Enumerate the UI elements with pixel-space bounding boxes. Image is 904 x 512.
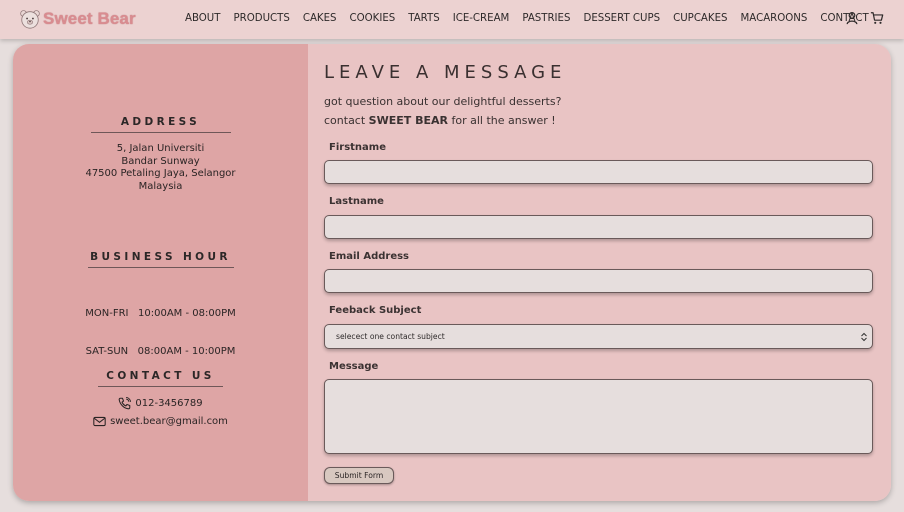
- contact-us-heading: CONTACT US: [106, 370, 215, 382]
- nav-item-about[interactable]: ABOUT: [185, 13, 220, 24]
- divider: [87, 267, 234, 268]
- nav-item-pastries[interactable]: PASTRIES: [522, 13, 570, 24]
- divider: [98, 386, 223, 387]
- select-arrows-icon: [861, 332, 867, 342]
- contact-card: ADDRESS 5, Jalan Universiti Bandar Sunwa…: [13, 44, 891, 501]
- cart-icon[interactable]: [870, 11, 884, 25]
- email-label: Email Address: [329, 251, 410, 262]
- address-line: 47500 Petaling Jaya, Selangor: [85, 168, 236, 180]
- hours-line: MON-FRI 10:00AM - 08:00PM: [85, 308, 236, 320]
- firstname-label: Firstname: [329, 142, 386, 153]
- message-form: LEAVE A MESSAGE got question about our d…: [308, 44, 891, 501]
- mail-icon: [93, 416, 106, 427]
- nav-item-macaroons[interactable]: MACAROONS: [741, 13, 808, 24]
- address-heading: ADDRESS: [120, 116, 201, 128]
- brand-name: Sweet Bear: [43, 9, 136, 28]
- address-line: 5, Jalan Universiti: [116, 143, 205, 154]
- nav-item-tarts[interactable]: TARTS: [408, 13, 439, 24]
- intro-line-1: got question about our delightful desser…: [324, 95, 562, 108]
- intro-line-2: contact SWEET BEAR for all the answer !: [324, 114, 556, 127]
- brand-emphasis: SWEET BEAR: [368, 114, 448, 127]
- address-line: Bandar Sunway: [121, 155, 200, 167]
- phone-line: 012-3456789: [13, 397, 308, 410]
- firstname-input[interactable]: [324, 160, 873, 184]
- message-textarea[interactable]: [324, 379, 873, 454]
- intro-text: contact: [324, 114, 369, 127]
- business-hour-section: BUSINESS HOUR MON-FRI 10:00AM - 08:00PM …: [13, 251, 308, 384]
- brand-logo-link[interactable]: Sweet Bear: [19, 7, 136, 31]
- business-hour-heading: BUSINESS HOUR: [90, 251, 231, 263]
- subject-selected-value: selecect one contact subject: [336, 332, 445, 341]
- nav-item-cookies[interactable]: COOKIES: [350, 13, 396, 24]
- form-title: LEAVE A MESSAGE: [324, 62, 567, 83]
- info-panel: ADDRESS 5, Jalan Universiti Bandar Sunwa…: [13, 44, 308, 501]
- subject-label: Feeback Subject: [329, 305, 422, 316]
- main-menu: ABOUT PRODUCTS CAKES COOKIES TARTS ICE-C…: [185, 13, 882, 24]
- intro-text: for all the answer !: [447, 114, 556, 127]
- message-label: Message: [329, 361, 379, 372]
- nav-item-ice-cream[interactable]: ICE-CREAM: [453, 13, 510, 24]
- bear-logo-icon: [20, 10, 40, 29]
- lastname-input[interactable]: [324, 215, 873, 239]
- contact-us-section: CONTACT US 012-3456789 sweet.bear@gmail.…: [13, 370, 308, 427]
- divider: [90, 132, 231, 133]
- nav-item-products[interactable]: PRODUCTS: [233, 13, 289, 24]
- subject-select[interactable]: selecect one contact subject: [324, 324, 873, 349]
- address-line: Malaysia: [138, 180, 183, 192]
- nav-item-cakes[interactable]: CAKES: [303, 13, 337, 24]
- nav-item-cupcakes[interactable]: CUPCAKES: [673, 13, 727, 24]
- email-address[interactable]: sweet.bear@gmail.com: [110, 416, 228, 427]
- phone-number: 012-3456789: [135, 398, 203, 409]
- address-text: 5, Jalan Universiti Bandar Sunway 47500 …: [13, 143, 308, 193]
- navbar: Sweet Bear ABOUT PRODUCTS CAKES COOKIES …: [0, 0, 904, 39]
- nav-item-dessert-cups[interactable]: DESSERT CUPS: [583, 13, 660, 24]
- lastname-label: Lastname: [329, 196, 384, 207]
- email-input[interactable]: [324, 269, 873, 293]
- phone-icon: [119, 397, 132, 410]
- email-line: sweet.bear@gmail.com: [13, 416, 308, 427]
- submit-button[interactable]: Submit Form: [324, 467, 394, 484]
- hours-text: MON-FRI 10:00AM - 08:00PM SAT-SUN 08:00A…: [13, 283, 308, 384]
- address-section: ADDRESS 5, Jalan Universiti Bandar Sunwa…: [13, 116, 308, 193]
- hours-line: SAT-SUN 08:00AM - 10:00PM: [85, 345, 236, 357]
- user-icon[interactable]: [845, 11, 859, 25]
